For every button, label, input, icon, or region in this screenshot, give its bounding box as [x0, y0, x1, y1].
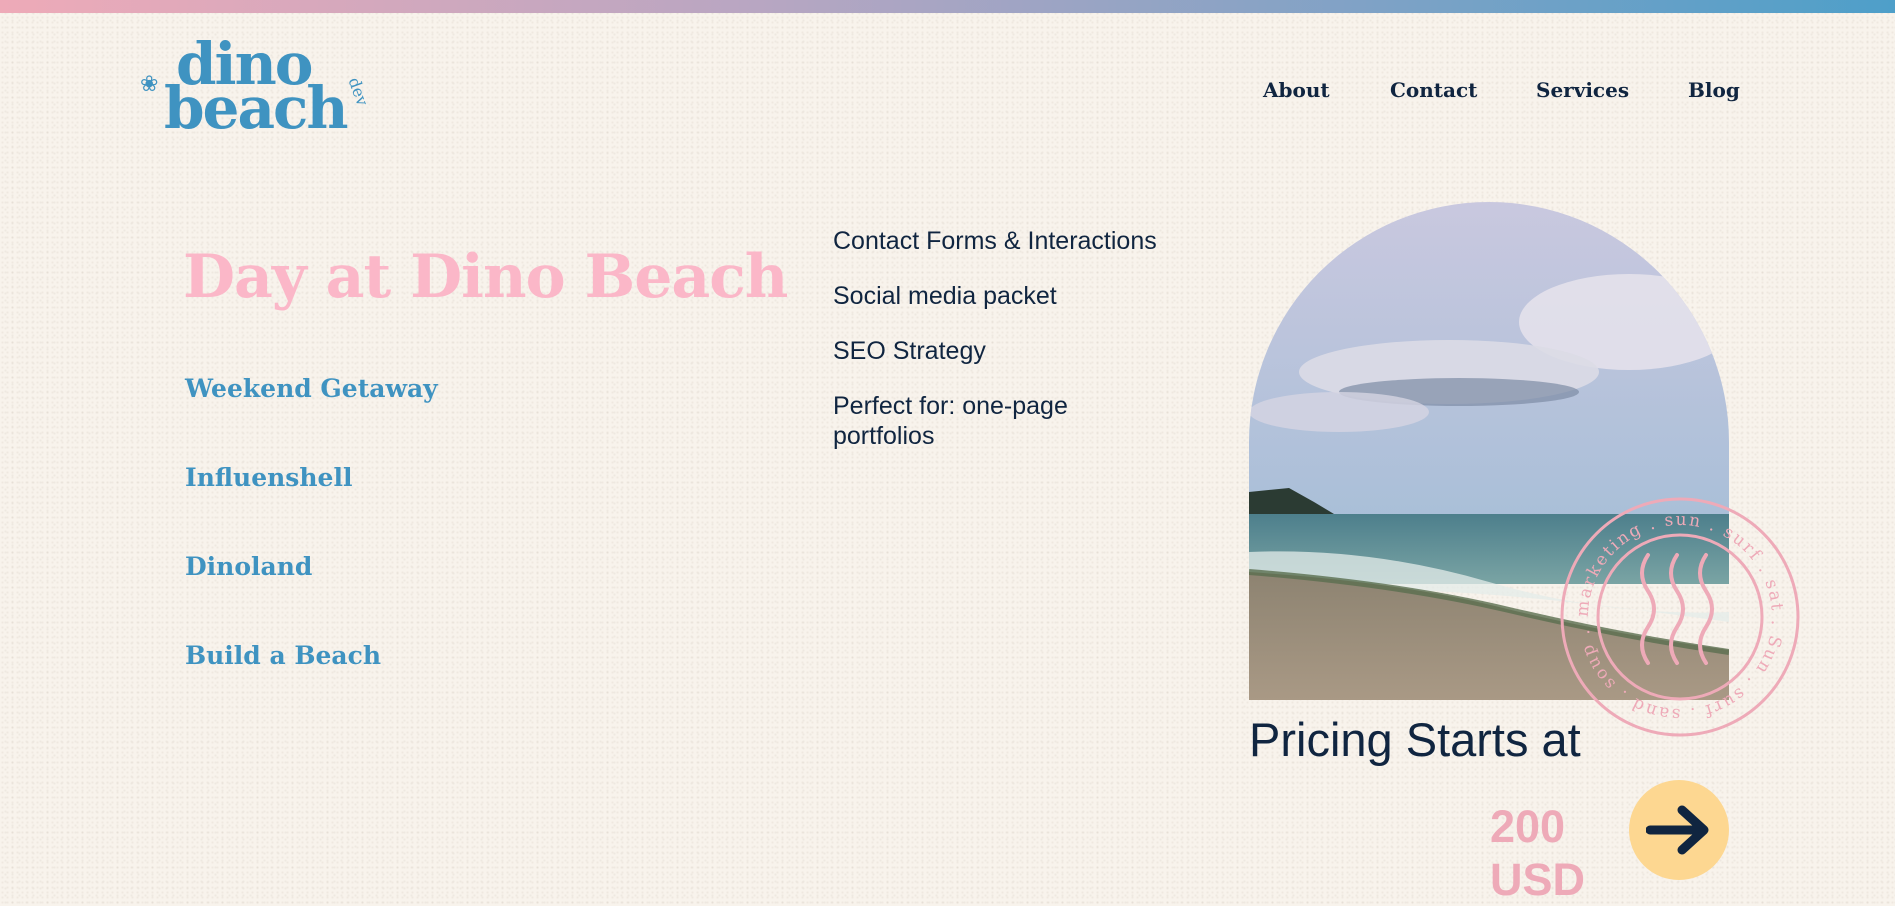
feature-item: Perfect for: one-page portfolios	[833, 392, 1068, 450]
nav-blog[interactable]: Blog	[1688, 78, 1740, 102]
site-logo[interactable]: ❀ dino beach dev	[140, 34, 373, 144]
package-link-build-a-beach[interactable]: Build a Beach	[185, 641, 381, 670]
feature-item: SEO Strategy	[833, 337, 986, 365]
nav-contact[interactable]: Contact	[1390, 78, 1477, 102]
price-currency: USD	[1490, 854, 1586, 905]
price-value: 200 USD	[1490, 800, 1585, 906]
feature-item: Social media packet	[833, 282, 1057, 310]
stamp-circular-text: marketing . sun . surf . sat . Sun . sur…	[1554, 482, 1786, 724]
nav-about[interactable]: About	[1263, 78, 1330, 102]
package-link-weekend-getaway[interactable]: Weekend Getaway	[185, 374, 438, 403]
stamp-badge: marketing . sun . surf . sat . Sun . sur…	[1554, 482, 1800, 737]
package-link-dinoland[interactable]: Dinoland	[185, 552, 312, 581]
price-amount: 200	[1490, 801, 1566, 852]
top-gradient-bar	[0, 0, 1895, 13]
nav-services[interactable]: Services	[1536, 78, 1629, 102]
page-title: Day at Dino Beach	[183, 242, 788, 312]
pricing-heading: Pricing Starts at	[1249, 713, 1581, 766]
waves-icon	[1640, 553, 1714, 665]
logo-ornament-icon: ❀	[140, 72, 159, 97]
feature-item: Contact Forms & Interactions	[833, 227, 1157, 255]
package-link-influenshell[interactable]: Influenshell	[185, 463, 352, 492]
logo-text-line2: beach	[164, 74, 349, 142]
pricing-arrow-button[interactable]	[1629, 780, 1729, 880]
logo-suffix: dev	[344, 74, 373, 109]
arrow-right-icon	[1646, 805, 1709, 855]
svg-text:marketing . sun . surf . sat .: marketing . sun . surf . sat . Sun . sur…	[1560, 497, 1787, 724]
